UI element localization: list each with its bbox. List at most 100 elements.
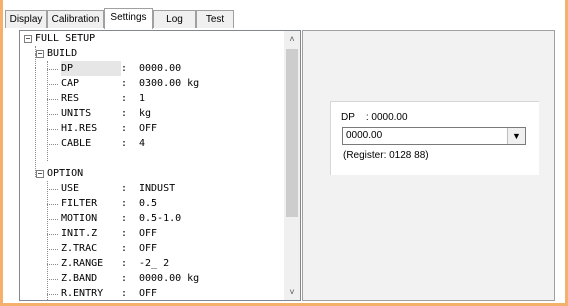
setting-value: kg bbox=[139, 108, 152, 119]
setting-key: USE bbox=[61, 183, 80, 194]
tree-node-root[interactable]: FULL SETUP bbox=[35, 31, 95, 46]
setting-separator: : bbox=[121, 258, 128, 269]
tree-stub bbox=[47, 84, 58, 85]
setting-editor-group: DP : 0000.00 0000.00 ▼ (Register: 0128 8… bbox=[330, 101, 539, 175]
tree-item-z-range[interactable]: Z.RANGE: -2_ 2 bbox=[61, 256, 169, 271]
tree-item-res[interactable]: RES:1 bbox=[61, 91, 145, 106]
setting-value: 0000.00 bbox=[139, 63, 182, 74]
tree-node-option[interactable]: OPTION bbox=[47, 166, 83, 181]
tree-stub bbox=[47, 219, 58, 220]
collapse-option-icon[interactable]: − bbox=[36, 170, 44, 178]
setting-value: INDUST bbox=[139, 183, 176, 194]
tree-line-root-2 bbox=[35, 68, 36, 177]
setting-separator: : bbox=[121, 123, 128, 134]
tree-stub bbox=[47, 144, 58, 145]
tree-item-z-trac[interactable]: Z.TRAC: OFF bbox=[61, 241, 157, 256]
tree-item-z-band[interactable]: Z.BAND:0000.00 kg bbox=[61, 271, 199, 286]
setting-separator: : bbox=[121, 288, 128, 299]
tree-item-filter[interactable]: FILTER:0.5 bbox=[61, 196, 157, 211]
setting-value: 0000.00 kg bbox=[139, 273, 200, 284]
setting-separator: : bbox=[121, 183, 128, 194]
setting-value: OFF bbox=[139, 123, 158, 134]
tree-item-r-entry[interactable]: R.ENTRY: OFF bbox=[61, 286, 158, 300]
setting-value: OFF bbox=[139, 243, 158, 254]
setting-value: 1 bbox=[139, 93, 146, 104]
setting-value: 0.5 bbox=[139, 198, 158, 209]
tree-node-label: OPTION bbox=[47, 168, 84, 179]
selected-setting-label: DP : 0000.00 bbox=[341, 112, 408, 123]
tab-settings[interactable]: Settings bbox=[104, 8, 153, 29]
tree-item-hi-res[interactable]: HI.RES: OFF bbox=[61, 121, 157, 136]
setting-key: RES bbox=[61, 93, 80, 104]
tree-item-motion[interactable]: MOTION:0.5-1.0 bbox=[61, 211, 181, 226]
chevron-down-icon[interactable]: ˅ bbox=[284, 284, 300, 300]
setting-key: Z.TRAC bbox=[61, 243, 98, 254]
tree-item-cable[interactable]: CABLE:4 bbox=[61, 136, 145, 151]
setting-separator: : bbox=[121, 228, 128, 239]
setting-key: Z.RANGE bbox=[61, 258, 104, 269]
setting-key: HI.RES bbox=[61, 123, 98, 134]
collapse-root-icon[interactable]: − bbox=[24, 35, 32, 43]
setting-value: -2_ 2 bbox=[139, 258, 170, 269]
tree-item-init-z[interactable]: INIT.Z: OFF bbox=[61, 226, 157, 241]
setting-key: MOTION bbox=[61, 213, 98, 224]
setting-separator: : bbox=[121, 138, 128, 149]
tree-stub bbox=[47, 69, 58, 70]
setting-value: 0300.00 kg bbox=[139, 78, 200, 89]
tab-calibration[interactable]: Calibration bbox=[47, 10, 104, 28]
setting-separator: : bbox=[121, 273, 128, 284]
setting-value: OFF bbox=[139, 288, 158, 299]
tree-stub bbox=[47, 234, 58, 235]
window-top-edge bbox=[0, 0, 568, 6]
setting-key: FILTER bbox=[61, 198, 98, 209]
setting-separator: : bbox=[121, 78, 128, 89]
setting-key: INIT.Z bbox=[61, 228, 98, 239]
tree-stub bbox=[47, 99, 58, 100]
tree-line-build-children bbox=[47, 61, 48, 161]
register-info: (Register: 0128 88) bbox=[343, 150, 429, 161]
setting-separator: : bbox=[121, 63, 128, 74]
collapse-build-icon[interactable]: − bbox=[36, 50, 44, 58]
tab-test[interactable]: Test bbox=[196, 10, 234, 28]
tree-item-use[interactable]: USE: INDUST bbox=[61, 181, 175, 196]
dropdown-arrow-icon[interactable]: ▼ bbox=[507, 128, 525, 144]
setting-key: CABLE bbox=[61, 138, 92, 149]
tree-stub bbox=[47, 294, 58, 295]
setting-separator: : bbox=[121, 213, 128, 224]
setting-separator: : bbox=[121, 93, 128, 104]
tree-stub bbox=[47, 189, 58, 190]
setting-key: Z.BAND bbox=[61, 273, 98, 284]
tree-item-cap[interactable]: CAP:0300.00 kg bbox=[61, 76, 199, 91]
setting-key: DP bbox=[61, 61, 121, 76]
setting-separator: : bbox=[121, 198, 128, 209]
dropdown-value: 0000.00 bbox=[346, 130, 383, 141]
setting-key: CAP bbox=[61, 78, 80, 89]
setting-value: OFF bbox=[139, 228, 158, 239]
setting-value: 4 bbox=[139, 138, 146, 149]
tree-stub bbox=[47, 264, 58, 265]
tab-display[interactable]: Display bbox=[5, 10, 47, 28]
tree-stub bbox=[47, 249, 58, 250]
setting-separator: : bbox=[121, 243, 128, 254]
setting-key: R.ENTRY bbox=[61, 288, 104, 299]
setting-key: UNITS bbox=[61, 108, 92, 119]
tree-item-dp[interactable]: DP:0000.00 bbox=[61, 61, 181, 76]
tab-log[interactable]: Log bbox=[153, 10, 196, 28]
tree-stub bbox=[47, 114, 58, 115]
scrollbar-thumb[interactable] bbox=[286, 49, 298, 217]
setting-value-dropdown[interactable]: 0000.00 ▼ bbox=[342, 127, 526, 145]
chevron-up-icon[interactable]: ˄ bbox=[284, 31, 300, 47]
setting-value: 0.5-1.0 bbox=[139, 213, 182, 224]
tree-content: − − − FULL SETUP BUILD DP:0000.00 CAP:03… bbox=[20, 31, 285, 300]
settings-tree[interactable]: − − − FULL SETUP BUILD DP:0000.00 CAP:03… bbox=[19, 30, 301, 301]
tree-scrollbar[interactable]: ˄ ˅ bbox=[284, 31, 300, 300]
tab-bar: Display Calibration Settings Log Test bbox=[3, 8, 565, 29]
tree-node-build[interactable]: BUILD bbox=[47, 46, 77, 61]
tree-node-label: FULL SETUP bbox=[35, 33, 96, 44]
tree-stub bbox=[47, 204, 58, 205]
tree-item-units[interactable]: UNITS: kg bbox=[61, 106, 151, 121]
tree-stub bbox=[47, 129, 58, 130]
setting-detail-panel: DP : 0000.00 0000.00 ▼ (Register: 0128 8… bbox=[302, 30, 555, 301]
tree-line-option-children bbox=[47, 181, 48, 300]
tree-stub bbox=[47, 279, 58, 280]
